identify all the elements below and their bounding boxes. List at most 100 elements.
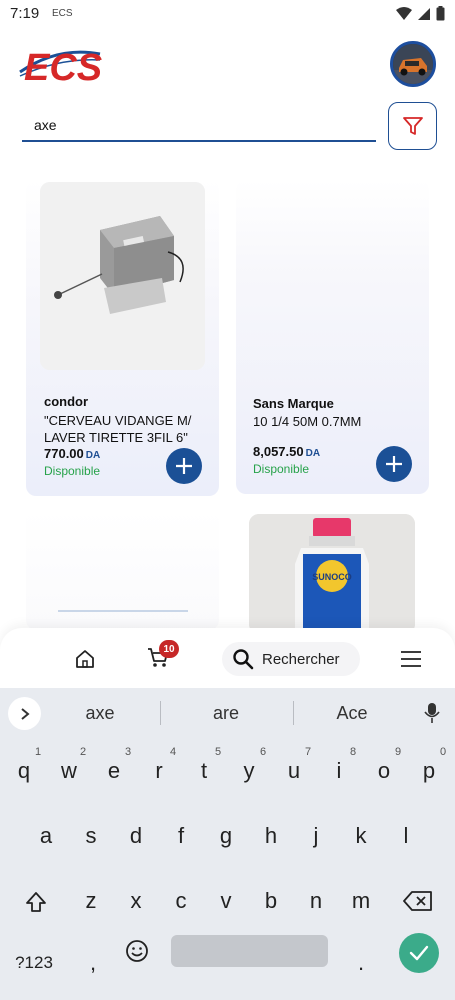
shift-icon	[26, 892, 46, 912]
product-brand: Sans Marque	[253, 396, 334, 411]
product-card[interactable]: SUNOCO	[249, 514, 415, 634]
key-y[interactable]: y	[229, 758, 269, 784]
key-hint: 7	[304, 746, 312, 758]
filter-button[interactable]	[388, 102, 437, 150]
enter-key[interactable]	[399, 933, 439, 973]
ecs-logo: ECS	[18, 42, 102, 89]
emoji-icon	[126, 940, 148, 962]
logo-text: ECS	[24, 47, 102, 88]
key-hint: 6	[259, 746, 267, 758]
hamburger-menu-icon	[401, 651, 421, 667]
key-hint: 2	[79, 746, 87, 758]
key-z[interactable]: z	[71, 888, 111, 914]
key-o[interactable]: o	[364, 758, 404, 784]
suggestion-strip: axe are Ace	[0, 688, 455, 738]
status-app-indicator: ECS	[52, 8, 73, 19]
key-w[interactable]: w	[49, 758, 89, 784]
key-v[interactable]: v	[206, 888, 246, 914]
key-f[interactable]: f	[161, 823, 201, 849]
key-t[interactable]: t	[184, 758, 224, 784]
key-i[interactable]: i	[319, 758, 359, 784]
add-to-cart-button[interactable]	[376, 446, 412, 482]
signal-icon	[418, 7, 430, 20]
key-b[interactable]: b	[251, 888, 291, 914]
chevron-right-icon	[20, 707, 30, 720]
sunoco-label: SUNOCO	[312, 572, 352, 582]
keyboard-expand-button[interactable]	[8, 697, 41, 730]
product-card[interactable]: Sans Marque 10 1/4 50M 0.7MM 8,057.50 DA …	[236, 180, 429, 494]
key-hint: 9	[394, 746, 402, 758]
voice-input-button[interactable]	[424, 702, 440, 729]
product-image: SUNOCO	[249, 514, 415, 634]
backspace-icon	[403, 891, 432, 911]
key-hint: 3	[124, 746, 132, 758]
wifi-icon	[396, 6, 412, 20]
product-price: 770.00 DA	[44, 446, 101, 461]
emoji-key[interactable]	[124, 938, 150, 964]
key-hint: 1	[34, 746, 42, 758]
key-c[interactable]: c	[161, 888, 201, 914]
key-hint: 0	[439, 746, 447, 758]
space-key[interactable]	[171, 935, 328, 967]
product-name: "CERVEAU VIDANGE M/ LAVER TIRETTE 3FIL 6…	[44, 413, 192, 445]
key-g[interactable]: g	[206, 823, 246, 849]
status-bar: 7:19 ECS	[0, 0, 455, 28]
key-x[interactable]: x	[116, 888, 156, 914]
menu-button[interactable]	[400, 650, 422, 673]
key-p[interactable]: p	[409, 758, 449, 784]
plus-icon	[176, 458, 192, 474]
key-n[interactable]: n	[296, 888, 336, 914]
home-icon	[76, 650, 94, 668]
home-button[interactable]	[74, 648, 96, 675]
search-nav-button[interactable]: Rechercher	[222, 642, 360, 676]
period-key[interactable]: .	[341, 950, 381, 976]
suggestion-2[interactable]: are	[176, 703, 276, 724]
key-hint: 5	[214, 746, 222, 758]
backspace-key[interactable]	[402, 888, 434, 914]
product-image	[40, 182, 205, 370]
key-j[interactable]: j	[296, 823, 336, 849]
checkmark-icon	[409, 945, 429, 961]
status-icons	[396, 6, 445, 21]
cart-count-badge: 10	[159, 640, 179, 658]
suggestion-3[interactable]: Ace	[302, 703, 402, 724]
key-e[interactable]: e	[94, 758, 134, 784]
suggestion-1[interactable]: axe	[50, 703, 150, 724]
search-icon	[233, 649, 254, 670]
key-r[interactable]: r	[139, 758, 179, 784]
key-l[interactable]: l	[386, 823, 426, 849]
battery-icon	[436, 6, 445, 21]
key-q[interactable]: q	[4, 758, 44, 784]
comma-key[interactable]: ,	[73, 950, 113, 976]
key-a[interactable]: a	[26, 823, 66, 849]
bottom-nav: 10 Rechercher	[0, 628, 455, 688]
key-hint: 4	[169, 746, 177, 758]
suggestion-divider	[293, 701, 294, 725]
microphone-icon	[424, 703, 440, 723]
product-card[interactable]: condor "CERVEAU VIDANGE M/ LAVER TIRETTE…	[26, 180, 219, 496]
search-input[interactable]	[22, 110, 376, 142]
image-placeholder-line	[58, 610, 188, 612]
key-d[interactable]: d	[116, 823, 156, 849]
search-nav-label: Rechercher	[262, 650, 340, 668]
key-u[interactable]: u	[274, 758, 314, 784]
product-availability: Disponible	[44, 464, 101, 478]
shift-key[interactable]	[22, 888, 50, 916]
key-k[interactable]: k	[341, 823, 381, 849]
status-time: 7:19	[10, 5, 40, 22]
key-s[interactable]: s	[71, 823, 111, 849]
product-card[interactable]	[26, 510, 219, 630]
key-h[interactable]: h	[251, 823, 291, 849]
profile-avatar[interactable]	[390, 41, 436, 87]
plus-icon	[386, 456, 402, 472]
add-to-cart-button[interactable]	[166, 448, 202, 484]
symbols-key[interactable]: ?123	[6, 953, 62, 973]
key-m[interactable]: m	[341, 888, 381, 914]
product-name: 10 1/4 50M 0.7MM	[253, 414, 362, 429]
product-brand: condor	[44, 394, 89, 409]
product-availability: Disponible	[253, 462, 310, 476]
key-hint: 8	[349, 746, 357, 758]
soft-keyboard: axe are Ace 1 2 3 4 5 6 7 8 9 0 q w e r …	[0, 688, 455, 1000]
filter-icon	[402, 117, 423, 135]
suggestion-divider	[160, 701, 161, 725]
